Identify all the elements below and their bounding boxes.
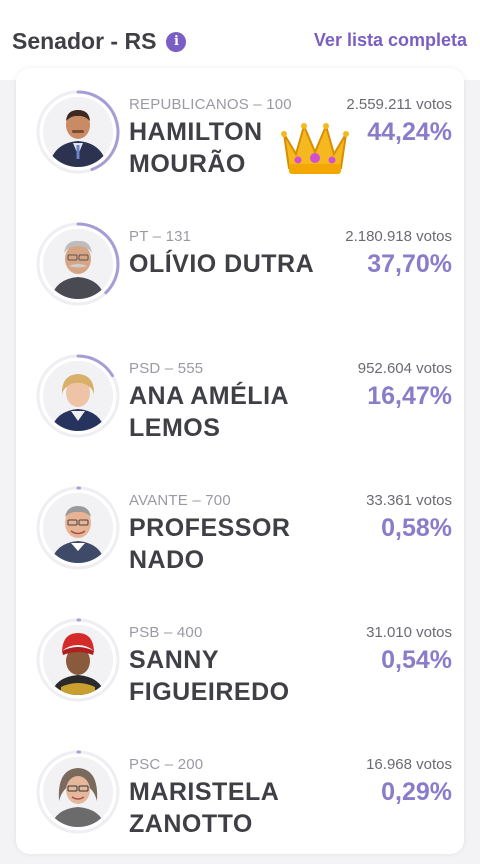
candidate-row[interactable]: PT – 131 OLÍVIO DUTRA 2.180.918 votos 37… xyxy=(16,204,464,336)
vote-percent: 0,29% xyxy=(381,778,452,806)
avatar-progress xyxy=(36,222,120,306)
vote-count: 33.361 votos xyxy=(366,492,452,509)
avatar xyxy=(43,229,113,299)
results-card: REPUBLICANOS – 100 HAMILTON MOURÃO 2.559… xyxy=(16,68,464,854)
party-label: REPUBLICANOS – 100 xyxy=(129,96,292,113)
vote-count: 31.010 votos xyxy=(366,624,452,641)
vote-count: 2.559.211 votos xyxy=(346,96,452,113)
avatar-progress xyxy=(36,486,120,570)
vote-percent: 16,47% xyxy=(367,382,452,410)
info-icon[interactable]: i xyxy=(166,31,187,52)
vote-percent: 0,54% xyxy=(381,646,452,674)
candidate-name: MARISTELA ZANOTTO xyxy=(129,778,279,838)
avatar xyxy=(43,625,113,695)
vote-percent: 44,24% xyxy=(367,118,452,146)
vote-count: 2.180.918 votos xyxy=(345,228,452,245)
page-title-text: Senador - RS xyxy=(12,28,157,54)
party-label: PSB – 400 xyxy=(129,624,203,641)
avatar-progress xyxy=(36,618,120,702)
vote-count: 16.968 votos xyxy=(366,756,452,773)
page-title: Senador - RS i xyxy=(12,28,187,55)
party-label: PT – 131 xyxy=(129,228,192,245)
party-label: PSC – 200 xyxy=(129,756,204,773)
avatar xyxy=(43,361,113,431)
candidate-name: PROFESSOR NADO xyxy=(129,514,291,574)
avatar-progress xyxy=(36,750,120,834)
avatar xyxy=(43,757,113,827)
party-label: AVANTE – 700 xyxy=(129,492,231,509)
avatar-progress xyxy=(36,354,120,438)
vote-percent: 0,58% xyxy=(381,514,452,542)
vote-count: 952.604 votos xyxy=(357,360,452,377)
party-label: PSD – 555 xyxy=(129,360,204,377)
vote-percent: 37,70% xyxy=(367,250,452,278)
candidate-row[interactable]: PSC – 200 MARISTELA ZANOTTO 16.968 votos… xyxy=(16,732,464,864)
crown-icon xyxy=(281,123,349,174)
candidate-row[interactable]: PSD – 555 ANA AMÉLIA LEMOS 952.604 votos… xyxy=(16,336,464,468)
candidate-row[interactable]: AVANTE – 700 PROFESSOR NADO 33.361 votos… xyxy=(16,468,464,600)
candidate-row[interactable]: PSB – 400 SANNY FIGUEIREDO 31.010 votos … xyxy=(16,600,464,732)
avatar xyxy=(43,493,113,563)
candidate-name: OLÍVIO DUTRA xyxy=(129,250,315,278)
avatar xyxy=(43,97,113,167)
avatar-progress xyxy=(36,90,120,174)
candidate-row[interactable]: REPUBLICANOS – 100 HAMILTON MOURÃO 2.559… xyxy=(16,72,464,204)
candidate-name: SANNY FIGUEIREDO xyxy=(129,646,290,706)
see-full-list-link[interactable]: Ver lista completa xyxy=(314,30,467,51)
candidate-name: ANA AMÉLIA LEMOS xyxy=(129,382,289,442)
